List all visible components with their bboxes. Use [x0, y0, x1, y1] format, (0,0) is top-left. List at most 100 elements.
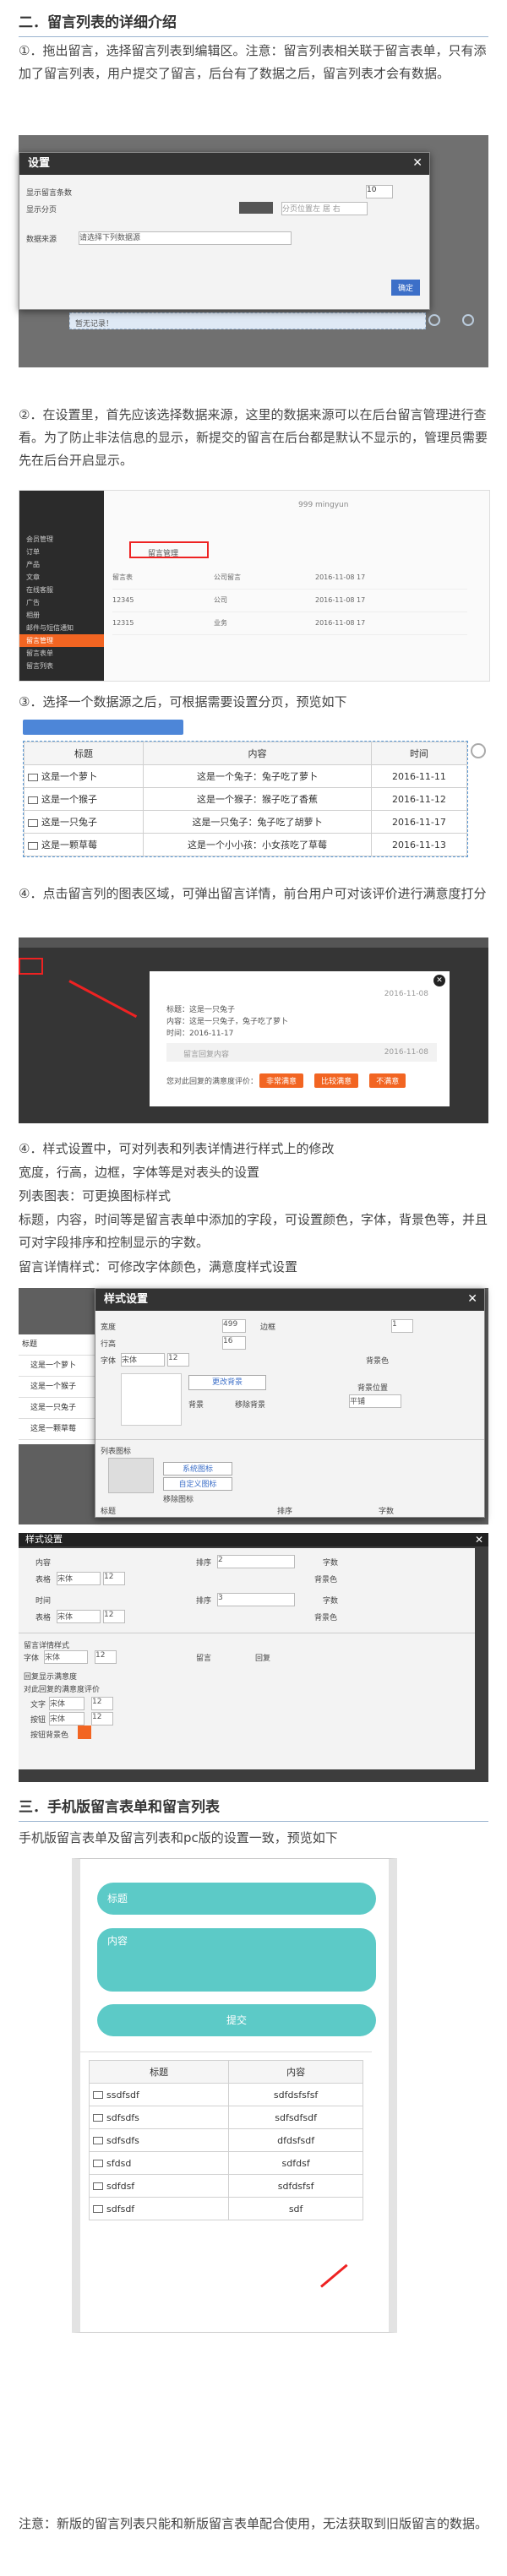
font-select[interactable]: 宋体	[57, 1572, 101, 1585]
mail-icon	[93, 2091, 103, 2099]
mail-icon	[93, 2137, 103, 2144]
page-toggle[interactable]	[239, 202, 273, 214]
close-icon[interactable]: ✕	[467, 1292, 477, 1306]
list-preview: 标题 内容 时间 这是一个萝卜 这是一个兔子：兔子吃了萝卜 2016-11-11 这是一个猴…	[19, 720, 488, 876]
page-position-input[interactable]: 分页位置左 居 右	[281, 202, 368, 215]
sort-label: 排序	[196, 1559, 212, 1568]
table-row[interactable]: sdfsdf sdf	[88, 2197, 363, 2220]
row-label: 显示留言条数	[26, 189, 73, 198]
chars-label: 字数	[379, 1508, 395, 1516]
admin-tab[interactable]: 留言管理	[129, 541, 209, 558]
size-select[interactable]: 12	[91, 1697, 113, 1710]
table-row: 12345 公司 2016-11-08 17	[112, 590, 467, 612]
content-checkbox[interactable]: 内容	[35, 1557, 51, 1568]
sidebar-item[interactable]: 留言管理	[19, 634, 104, 647]
sidebar-item[interactable]: 留言表单	[19, 647, 104, 660]
table-row[interactable]: ssdfsdf sdfdsfsfsf	[88, 2083, 363, 2106]
sort-input[interactable]: 2	[217, 1555, 295, 1568]
mail-icon	[93, 2182, 103, 2190]
bgimg-label: 背景	[188, 1401, 204, 1410]
close-icon[interactable]: ✕	[433, 975, 445, 986]
table-row[interactable]: sdfsdfs sdfsdfsdf	[88, 2106, 363, 2129]
chars-label: 字数	[323, 1559, 339, 1568]
size-select[interactable]: 12	[103, 1610, 125, 1623]
sidebar-item[interactable]: 在线客服	[19, 584, 104, 596]
submit-button[interactable]: 提交	[97, 2004, 376, 2036]
behind-list: 标题 这是一个萝卜 这是一个猴子 这是一只兔子 这是一颗草莓	[19, 1334, 95, 1444]
admin-screenshot: 会员管理 订单 产品 文章 在线客服 广告 相册 邮件与短信通知 留言管理 留言表单 留言列表 99…	[19, 490, 490, 682]
btnbg-swatch[interactable]	[78, 1725, 91, 1739]
datasource-select[interactable]: 请选择下列数据源	[79, 231, 292, 245]
sidebar-item[interactable]: 文章	[19, 571, 104, 584]
size-select[interactable]: 12	[95, 1650, 117, 1664]
list-item: 标题	[19, 1334, 95, 1356]
font-select[interactable]: 宋体	[49, 1712, 84, 1725]
very-satisfied-button[interactable]: 非常满意	[259, 1073, 304, 1088]
sidebar-item[interactable]: 订单	[19, 546, 104, 558]
bg-label: 背景色	[366, 1357, 390, 1366]
refresh-icon[interactable]	[471, 743, 486, 758]
list-item: 这是一个猴子	[19, 1377, 95, 1398]
list-row-highlight	[19, 958, 43, 975]
sidebar-item[interactable]: 邮件与短信通知	[19, 622, 104, 634]
custom-icon-button[interactable]: 自定义图标	[163, 1477, 232, 1491]
sort-label: 排序	[277, 1508, 293, 1516]
button-label: 按钮	[30, 1716, 46, 1725]
btnbg-label: 按钮背景色	[30, 1731, 69, 1740]
count-input[interactable]: 10	[366, 185, 393, 198]
resize-handle-icon	[462, 314, 474, 326]
size-select[interactable]: 12	[91, 1712, 113, 1725]
list-placeholder: 暂无记录！	[69, 312, 426, 329]
remove-icon-link[interactable]: 移除图标	[163, 1493, 194, 1504]
mobile-preview: 标题 内容 提交 标题 内容 ssdfsdf sdfdsfsfsf sdfsdfs sdf…	[72, 1858, 397, 2333]
sat-question: 您对此回复的满意度评价：	[166, 1078, 259, 1086]
sidebar-item[interactable]: 产品	[19, 558, 104, 571]
satisfied-button[interactable]: 比较满意	[314, 1073, 359, 1088]
font-select[interactable]: 宋体	[121, 1353, 165, 1367]
sidebar-item[interactable]: 广告	[19, 596, 104, 609]
time-checkbox[interactable]: 时间	[35, 1595, 51, 1606]
ok-button[interactable]: 确定	[391, 280, 421, 296]
mail-icon	[108, 1458, 154, 1493]
tile-select[interactable]: 平铺	[349, 1394, 401, 1408]
title-checkbox[interactable]: 标题	[101, 1505, 116, 1516]
close-icon[interactable]: ✕	[412, 156, 422, 170]
sidebar-item[interactable]: 相册	[19, 609, 104, 622]
font-select[interactable]: 宋体	[57, 1610, 101, 1623]
dialog-title: 样式设置	[95, 1289, 484, 1311]
sat-label: 回复显示满意度	[24, 1673, 78, 1682]
table-row: 留言表 公司留言 2016-11-08 17	[112, 567, 467, 590]
size-select[interactable]: 12	[167, 1353, 189, 1367]
sat-checkbox[interactable]: 对此回复的满意度评价	[24, 1683, 100, 1694]
content-field[interactable]: 内容	[97, 1928, 376, 1992]
mail-icon	[28, 773, 38, 781]
sidebar-item[interactable]: 留言列表	[19, 660, 104, 672]
lineheight-input[interactable]: 16	[222, 1336, 246, 1350]
system-icon-button[interactable]: 系统图标	[163, 1462, 232, 1475]
width-input[interactable]: 499	[222, 1319, 246, 1333]
popup-date: 2016-11-08	[384, 990, 428, 998]
table-row[interactable]: 这是一个萝卜 这是一个兔子：兔子吃了萝卜 2016-11-11	[23, 764, 468, 788]
change-bg-button[interactable]: 更改背景	[188, 1375, 266, 1390]
font-select[interactable]: 宋体	[44, 1650, 88, 1664]
table-row[interactable]: sdfdsf sdfdsfsf	[88, 2174, 363, 2198]
clear-bg-link[interactable]: 移除背景	[235, 1399, 265, 1410]
title-field[interactable]: 标题	[97, 1883, 376, 1915]
table-label: 表格	[35, 1614, 52, 1622]
mail-icon	[93, 2160, 103, 2167]
table-row[interactable]: 这是一颗草莓 这是一个小小孩：小女孩吃了草莓 2016-11-13	[23, 833, 468, 856]
table-row[interactable]: 这是一只兔子 这是一只兔子：兔子吃了胡萝卜 2016-11-17	[23, 810, 468, 834]
sidebar-item[interactable]: 会员管理	[19, 533, 104, 546]
sort-input[interactable]: 3	[217, 1593, 295, 1606]
unsatisfied-button[interactable]: 不满意	[369, 1073, 406, 1088]
mail-icon	[93, 2114, 103, 2122]
size-select[interactable]: 12	[103, 1572, 125, 1585]
close-icon[interactable]: ✕	[475, 1534, 483, 1546]
table-row[interactable]: sdfsdfs dfdsfsdf	[88, 2128, 363, 2152]
table-row[interactable]: 这是一个猴子 这是一个猴子：猴子吃了香蕉 2016-11-12	[23, 787, 468, 811]
detail-popup: ✕ 2016-11-08 标题：这是一只兔子 内容：这是一只兔子，兔子吃了萝卜 …	[150, 971, 450, 1106]
font-select[interactable]: 宋体	[49, 1697, 84, 1710]
table-row[interactable]: sfdsd sdfdsf	[88, 2151, 363, 2175]
border-input[interactable]: 1	[391, 1319, 413, 1333]
paragraph: 留言详情样式：可修改字体颜色，满意度样式设置	[19, 1259, 298, 1274]
